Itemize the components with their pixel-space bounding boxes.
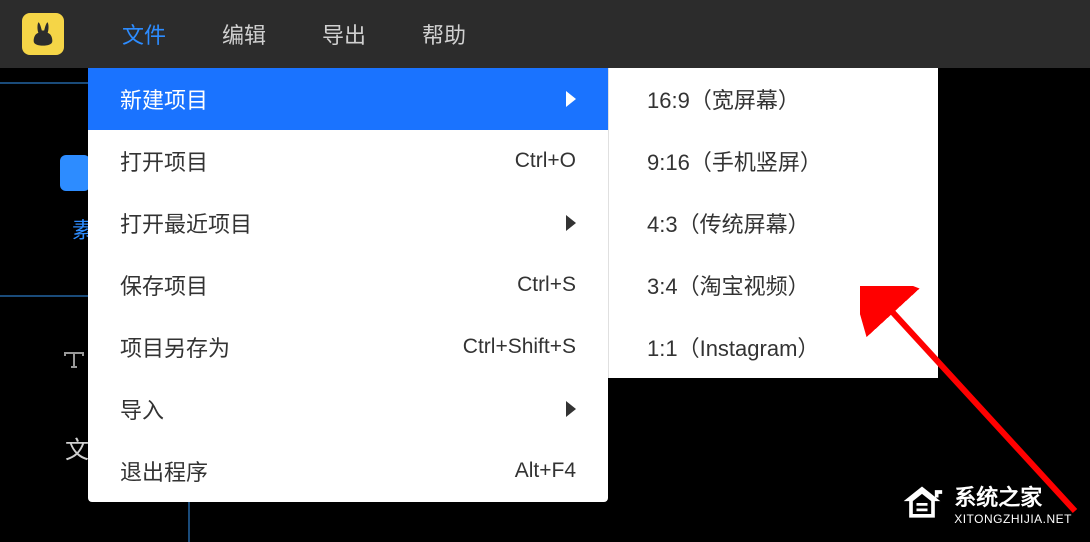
sidebar-label-partial-2: 文: [65, 430, 89, 465]
ratio-9-16[interactable]: 9:16（手机竖屏）: [609, 130, 938, 192]
text-tool-icon[interactable]: [62, 350, 86, 376]
menu-file[interactable]: 文件: [94, 0, 194, 68]
menu-item-label: 导入: [120, 393, 164, 425]
menu-shortcut: Alt+F4: [515, 459, 576, 483]
menu-new-project[interactable]: 新建项目: [88, 68, 608, 130]
file-dropdown: 新建项目 打开项目 Ctrl+O 打开最近项目 保存项目 Ctrl+S 项目另存…: [88, 68, 608, 502]
menu-edit[interactable]: 编辑: [194, 0, 294, 68]
menu-open-project[interactable]: 打开项目 Ctrl+O: [88, 130, 608, 192]
menu-open-recent[interactable]: 打开最近项目: [88, 192, 608, 254]
menu-save-project[interactable]: 保存项目 Ctrl+S: [88, 254, 608, 316]
menu-item-label: 打开项目: [120, 145, 208, 177]
watermark-title: 系统之家: [954, 485, 1072, 511]
app-logo[interactable]: [22, 13, 64, 55]
ratio-3-4[interactable]: 3:4（淘宝视频）: [609, 254, 938, 316]
menu-item-label: 打开最近项目: [120, 207, 252, 239]
watermark: 系统之家 XITONGZHIJIA.NET: [900, 481, 1072, 530]
menu-item-label: 退出程序: [120, 455, 208, 487]
watermark-subtitle: XITONGZHIJIA.NET: [954, 512, 1072, 526]
menu-help[interactable]: 帮助: [394, 0, 494, 68]
menu-save-as[interactable]: 项目另存为 Ctrl+Shift+S: [88, 316, 608, 378]
tab-indicator[interactable]: [60, 155, 90, 191]
menu-item-label: 新建项目: [120, 83, 208, 115]
submenu-arrow-icon: [566, 215, 576, 231]
menu-export[interactable]: 导出: [294, 0, 394, 68]
menu-item-label: 保存项目: [120, 269, 208, 301]
bunny-icon: [29, 20, 57, 48]
menu-shortcut: Ctrl+S: [517, 273, 576, 297]
house-icon: [900, 481, 944, 530]
ratio-1-1[interactable]: 1:1（Instagram）: [609, 316, 938, 378]
menubar: 文件 编辑 导出 帮助: [0, 0, 1090, 68]
menu-item-label: 项目另存为: [120, 331, 230, 363]
menu-shortcut: Ctrl+Shift+S: [463, 335, 576, 359]
ratio-16-9[interactable]: 16:9（宽屏幕）: [609, 68, 938, 130]
ratio-4-3[interactable]: 4:3（传统屏幕）: [609, 192, 938, 254]
new-project-submenu: 16:9（宽屏幕） 9:16（手机竖屏） 4:3（传统屏幕） 3:4（淘宝视频）…: [608, 68, 938, 378]
submenu-arrow-icon: [566, 401, 576, 417]
submenu-arrow-icon: [566, 91, 576, 107]
menu-exit[interactable]: 退出程序 Alt+F4: [88, 440, 608, 502]
menu-shortcut: Ctrl+O: [515, 149, 576, 173]
menu-import[interactable]: 导入: [88, 378, 608, 440]
